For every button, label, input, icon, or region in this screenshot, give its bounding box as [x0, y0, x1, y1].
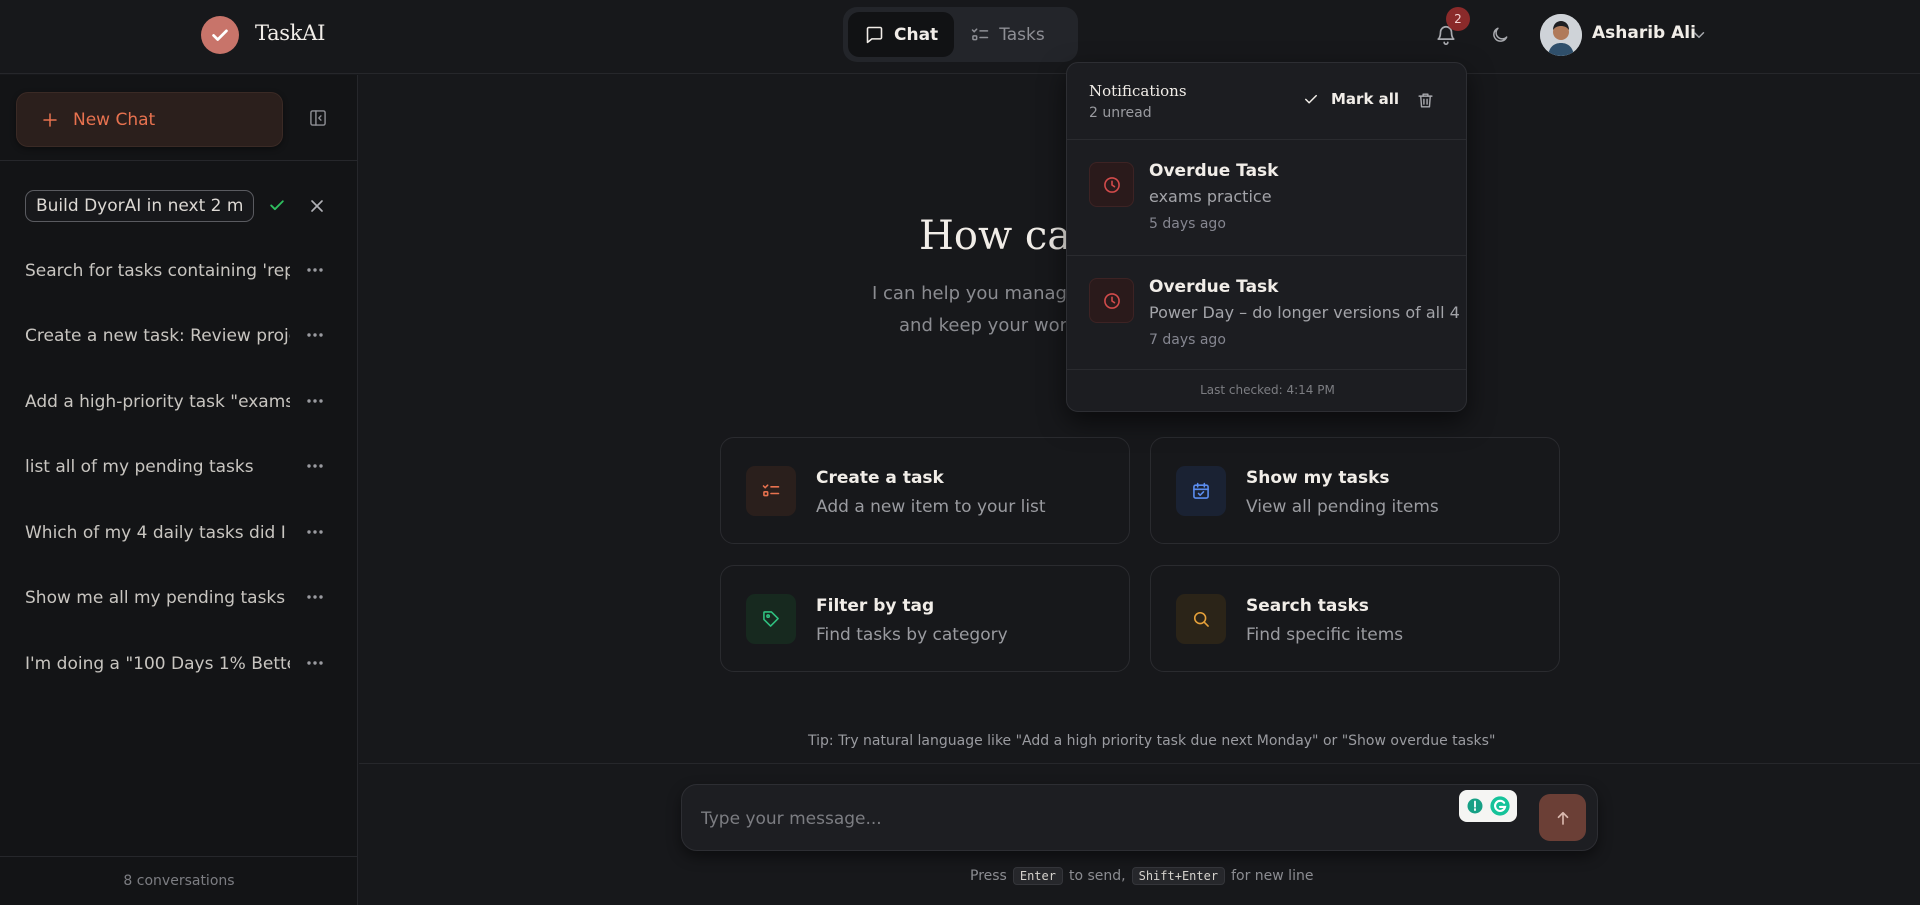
- conversation-item[interactable]: Search for tasks containing 'report': [0, 247, 358, 295]
- calendar-check-icon: [1176, 466, 1226, 516]
- notification-body: Power Day – do longer versions of all 4: [1149, 303, 1460, 322]
- card-title: Create a task: [816, 468, 944, 488]
- more-options-icon[interactable]: [306, 463, 324, 469]
- conversation-title: list all of my pending tasks: [25, 457, 254, 477]
- kbd-shift-enter: Shift+Enter: [1131, 867, 1226, 885]
- mark-all-read-button[interactable]: Mark all: [1302, 90, 1399, 108]
- tab-tasks[interactable]: Tasks: [954, 12, 1061, 57]
- tip-text: Tip: Try natural language like "Add a hi…: [808, 733, 1496, 749]
- chevron-down-icon[interactable]: [1690, 26, 1708, 44]
- more-options-icon[interactable]: [306, 594, 324, 600]
- check-icon: [1302, 90, 1320, 108]
- conversation-item[interactable]: I'm doing a "100 Days 1% Better" challen…: [0, 640, 358, 688]
- tab-chat[interactable]: Chat: [848, 12, 955, 57]
- task-list-icon: [970, 25, 990, 45]
- conversation-item[interactable]: Add a high-priority task "exams practice…: [0, 378, 358, 426]
- card-subtitle: Find specific items: [1246, 625, 1404, 645]
- conversation-title: Add a high-priority task "exams practice…: [25, 392, 290, 412]
- conversation-item[interactable]: Which of my 4 daily tasks did I complete…: [0, 509, 358, 557]
- send-button[interactable]: [1539, 794, 1586, 841]
- brand-name[interactable]: TaskAI: [255, 21, 325, 45]
- tab-chat-label: Chat: [894, 24, 939, 45]
- conversation-item[interactable]: list all of my pending tasks: [0, 443, 358, 491]
- more-options-icon[interactable]: [306, 398, 324, 404]
- quick-action-search-tasks[interactable]: Search tasks Find specific items: [1150, 565, 1560, 672]
- more-options-icon[interactable]: [306, 660, 324, 666]
- conversation-title: Show me all my pending tasks: [25, 588, 286, 608]
- notification-time: 5 days ago: [1149, 216, 1226, 232]
- moon-icon[interactable]: [1487, 22, 1513, 48]
- clock-icon: [1089, 278, 1134, 323]
- sidebar: New Chat Search for tasks containing 're…: [0, 75, 358, 905]
- message-composer: [681, 784, 1598, 851]
- more-options-icon[interactable]: [306, 529, 324, 535]
- top-bar: TaskAI Chat Tasks 2 Asharib Ali: [0, 0, 1920, 74]
- avatar[interactable]: [1540, 14, 1582, 56]
- grammar-extension-icon[interactable]: [1459, 790, 1517, 822]
- unread-count: 2 unread: [1089, 105, 1152, 121]
- conversation-title: Search for tasks containing 'report': [25, 261, 290, 281]
- notification-item[interactable]: Overdue Task Power Day – do longer versi…: [1067, 256, 1466, 371]
- search-icon: [1176, 594, 1226, 644]
- notifications-panel: Notifications 2 unread Mark all Overdue …: [1066, 62, 1467, 412]
- notification-item[interactable]: Overdue Task exams practice 5 days ago: [1067, 140, 1466, 255]
- hint-new-line: for new line: [1231, 868, 1314, 884]
- rename-conversation-input[interactable]: [25, 190, 254, 222]
- card-subtitle: Add a new item to your list: [816, 497, 1046, 517]
- divider: [1067, 369, 1466, 370]
- card-subtitle: Find tasks by category: [816, 625, 1008, 645]
- tag-icon: [746, 594, 796, 644]
- plus-icon: [41, 111, 59, 129]
- new-chat-button[interactable]: New Chat: [16, 92, 283, 147]
- quick-action-filter-tag[interactable]: Filter by tag Find tasks by category: [720, 565, 1130, 672]
- message-input[interactable]: [701, 806, 1421, 832]
- last-checked: Last checked: 4:14 PM: [1200, 383, 1335, 397]
- keyboard-hint: Press Enter to send, Shift+Enter for new…: [970, 867, 1313, 885]
- view-switcher: Chat Tasks: [843, 7, 1078, 62]
- chat-bubble-icon: [864, 24, 885, 45]
- more-options-icon[interactable]: [306, 332, 324, 338]
- card-title: Filter by tag: [816, 596, 935, 616]
- task-list-icon: [746, 466, 796, 516]
- conversation-item[interactable]: Show me all my pending tasks: [0, 574, 358, 622]
- notification-title: Overdue Task: [1149, 277, 1279, 297]
- notification-time: 7 days ago: [1149, 332, 1226, 348]
- hint-press: Press: [970, 868, 1007, 884]
- notifications-title: Notifications: [1089, 82, 1187, 100]
- quick-action-create-task[interactable]: Create a task Add a new item to your lis…: [720, 437, 1130, 544]
- new-chat-label: New Chat: [73, 109, 156, 130]
- tab-tasks-label: Tasks: [999, 24, 1045, 45]
- divider: [0, 160, 358, 161]
- mark-all-label: Mark all: [1331, 90, 1400, 108]
- divider: [359, 763, 1920, 764]
- cancel-rename-close-icon[interactable]: [307, 196, 327, 216]
- logo-check-icon[interactable]: [201, 16, 239, 54]
- hint-to-send: to send,: [1068, 868, 1126, 884]
- more-options-icon[interactable]: [306, 267, 324, 273]
- clock-icon: [1089, 162, 1134, 207]
- quick-action-show-tasks[interactable]: Show my tasks View all pending items: [1150, 437, 1560, 544]
- trash-icon[interactable]: [1416, 91, 1435, 110]
- kbd-enter: Enter: [1012, 867, 1063, 885]
- user-name[interactable]: Asharib Ali: [1592, 23, 1696, 43]
- notification-body: exams practice: [1149, 187, 1272, 206]
- page-subtitle: I can help you manag: [872, 283, 1067, 304]
- notification-title: Overdue Task: [1149, 161, 1279, 181]
- page-subtitle-line2: and keep your wor: [899, 315, 1067, 336]
- conversation-item[interactable]: Create a new task: Review project propos…: [0, 312, 358, 360]
- arrow-up-icon: [1554, 809, 1572, 827]
- notification-badge: 2: [1446, 7, 1470, 31]
- conversation-count: 8 conversations: [123, 873, 235, 889]
- conversation-title: Which of my 4 daily tasks did I complete…: [25, 523, 290, 543]
- conversation-title: I'm doing a "100 Days 1% Better" challen…: [25, 654, 290, 674]
- collapse-sidebar-icon[interactable]: [308, 108, 328, 128]
- card-title: Search tasks: [1246, 596, 1369, 616]
- confirm-rename-check-icon[interactable]: [267, 195, 287, 215]
- conversation-title: Create a new task: Review project propos…: [25, 326, 290, 346]
- card-subtitle: View all pending items: [1246, 497, 1439, 517]
- divider: [0, 856, 358, 857]
- card-title: Show my tasks: [1246, 468, 1390, 488]
